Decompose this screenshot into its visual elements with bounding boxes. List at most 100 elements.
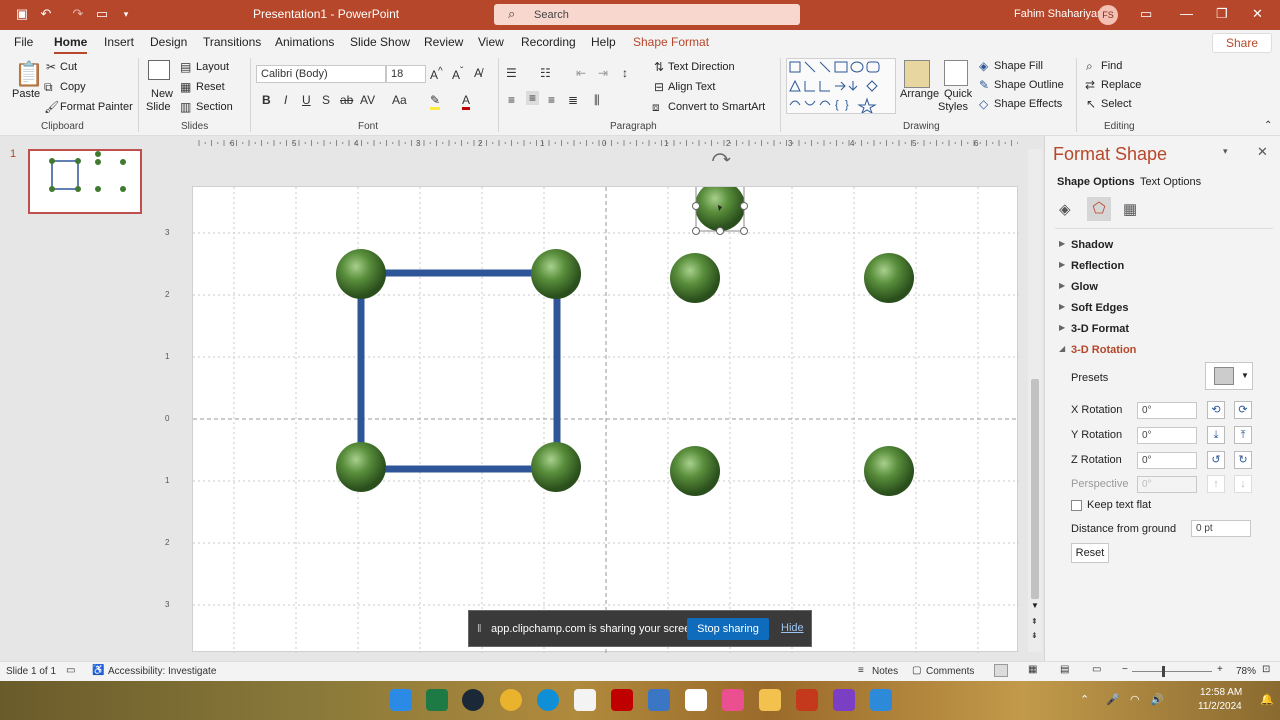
clipchamp-icon[interactable] xyxy=(833,689,855,711)
increase-font-icon[interactable]: A^ xyxy=(430,66,443,82)
find-icon[interactable]: ⌕ xyxy=(1086,59,1093,74)
select-icon[interactable]: ↖ xyxy=(1086,97,1096,111)
notes-icon[interactable]: ≡ xyxy=(858,665,864,676)
replace-button[interactable]: Replace xyxy=(1101,79,1141,91)
tab-file[interactable]: File xyxy=(14,35,33,49)
arrange-icon[interactable] xyxy=(904,60,930,88)
new-slide-icon[interactable] xyxy=(148,60,170,80)
redo-icon[interactable]: ↷ xyxy=(70,6,86,22)
tab-transitions[interactable]: Transitions xyxy=(203,35,261,49)
search-box[interactable]: ⌕ Search xyxy=(494,4,800,25)
edge-icon[interactable] xyxy=(537,689,559,711)
slideshow-view-icon[interactable]: ▭ xyxy=(1092,664,1101,675)
ribbon-display-icon[interactable]: ▭ xyxy=(1140,6,1152,22)
file-explorer-icon[interactable] xyxy=(759,689,781,711)
justify-icon[interactable]: ≣ xyxy=(568,93,578,107)
align-left-icon[interactable]: ≡ xyxy=(508,93,515,107)
replace-icon[interactable]: ⇄ xyxy=(1085,78,1095,92)
zoom-level[interactable]: 78% xyxy=(1236,666,1256,677)
rotate-cw-icon[interactable]: ↻ xyxy=(1234,451,1252,469)
hide-button[interactable]: Hide xyxy=(781,622,804,634)
zoom-slider[interactable] xyxy=(1132,671,1212,672)
convert-smartart-button[interactable]: Convert to SmartArt xyxy=(668,101,765,113)
y-rotation-input[interactable]: 0° xyxy=(1137,427,1197,444)
microphone-icon[interactable]: 🎤 xyxy=(1106,693,1120,706)
fit-slide-icon[interactable]: ⊡ xyxy=(1262,664,1270,675)
next-slide-icon[interactable]: ⇟ xyxy=(1031,631,1038,640)
volume-icon[interactable]: 🔊 xyxy=(1150,693,1164,706)
section-icon[interactable]: ▥ xyxy=(180,100,191,114)
tab-text-options[interactable]: Text Options xyxy=(1140,176,1201,188)
layout-icon[interactable]: ▤ xyxy=(180,60,191,74)
keep-text-flat-checkbox[interactable] xyxy=(1071,500,1082,511)
shape-fill-button[interactable]: Shape Fill xyxy=(994,60,1043,72)
zoom-slider-thumb[interactable] xyxy=(1162,666,1165,677)
slide-sorter-icon[interactable]: ▦ xyxy=(1028,664,1037,675)
tab-insert[interactable]: Insert xyxy=(104,35,134,49)
select-button[interactable]: Select xyxy=(1101,98,1132,110)
tab-design[interactable]: Design xyxy=(150,35,187,49)
new-slide-label-2[interactable]: Slide xyxy=(146,101,170,113)
section-3d-rotation[interactable]: 3-D Rotation xyxy=(1071,344,1136,356)
tab-recording[interactable]: Recording xyxy=(521,35,576,49)
copy-icon[interactable]: ⧉ xyxy=(44,80,53,95)
drag-handle-icon[interactable]: ‖ xyxy=(477,623,482,635)
fill-line-icon[interactable]: ◈ xyxy=(1059,200,1071,218)
clock-time[interactable]: 12:58 AM xyxy=(1200,687,1242,698)
close-icon[interactable]: ✕ xyxy=(1252,6,1263,22)
x-rotation-input[interactable]: 0° xyxy=(1137,402,1197,419)
rotate-left-icon[interactable]: ⟲ xyxy=(1207,401,1225,419)
tab-animations[interactable]: Animations xyxy=(275,35,334,49)
tab-home[interactable]: Home xyxy=(54,35,88,54)
format-painter-button[interactable]: Format Painter xyxy=(60,101,133,113)
vscode-icon[interactable] xyxy=(648,689,670,711)
pane-options-icon[interactable]: ▾ xyxy=(1223,146,1228,157)
align-text-icon[interactable]: ⊟ xyxy=(654,80,664,94)
undo-icon[interactable]: ↶ xyxy=(38,6,54,22)
section-shadow[interactable]: Shadow xyxy=(1071,239,1113,251)
notification-icon[interactable]: 🔔 xyxy=(1260,693,1274,706)
find-button[interactable]: Find xyxy=(1101,60,1122,72)
rotate-ccw-icon[interactable]: ↺ xyxy=(1207,451,1225,469)
font-name-combo[interactable]: Calibri (Body) xyxy=(256,65,386,83)
section-reflection[interactable]: Reflection xyxy=(1071,260,1124,272)
save-icon[interactable]: ▣ xyxy=(14,6,30,22)
office-icon[interactable] xyxy=(611,689,633,711)
scroll-down-icon[interactable]: ▼ xyxy=(1031,601,1039,610)
reading-view-icon[interactable]: ▤ xyxy=(1060,664,1069,675)
notepad-icon[interactable] xyxy=(685,689,707,711)
tab-review[interactable]: Review xyxy=(424,35,463,49)
text-direction-button[interactable]: Text Direction xyxy=(668,61,735,73)
z-rotation-input[interactable]: 0° xyxy=(1137,452,1197,469)
zoom-out-icon[interactable]: − xyxy=(1122,664,1128,675)
align-right-icon[interactable]: ≡ xyxy=(548,93,555,107)
smartart-icon[interactable]: ⧈ xyxy=(652,100,660,115)
notes-button[interactable]: Notes xyxy=(872,666,898,677)
character-spacing-icon[interactable]: AV xyxy=(360,93,375,107)
font-color-icon[interactable]: A xyxy=(462,93,471,110)
start-icon[interactable] xyxy=(390,689,412,711)
quick-styles-icon[interactable] xyxy=(944,60,968,86)
clock-date[interactable]: 11/2/2024 xyxy=(1198,701,1242,712)
decrease-indent-icon[interactable]: ⇤ xyxy=(576,66,586,80)
decrease-font-icon[interactable]: Aˇ xyxy=(452,66,463,82)
effects-icon[interactable]: ⬠ xyxy=(1087,197,1111,221)
section-button[interactable]: Section xyxy=(196,101,233,113)
normal-view-icon[interactable] xyxy=(994,664,1008,677)
rotate-handle-icon[interactable] xyxy=(705,149,735,165)
copy-button[interactable]: Copy xyxy=(60,81,86,93)
tab-shape-format[interactable]: Shape Format xyxy=(633,35,709,49)
accessibility-status[interactable]: Accessibility: Investigate xyxy=(108,666,216,677)
slide-canvas[interactable] xyxy=(192,177,1019,653)
minimize-icon[interactable]: — xyxy=(1180,6,1193,21)
comments-icon[interactable]: ▢ xyxy=(912,665,921,676)
bullets-icon[interactable]: ☰ xyxy=(506,66,517,80)
collapse-ribbon-icon[interactable]: ⌃ xyxy=(1264,120,1272,131)
shape-outline-button[interactable]: Shape Outline xyxy=(994,79,1064,91)
slide-thumbnail[interactable] xyxy=(28,149,142,214)
scroll-thumb[interactable] xyxy=(1031,379,1039,599)
clear-formatting-icon[interactable]: A̸ xyxy=(474,66,482,80)
presets-dropdown[interactable]: ▼ xyxy=(1205,362,1253,390)
text-direction-icon[interactable]: ⇅ xyxy=(654,60,664,74)
avatar[interactable]: FS xyxy=(1098,5,1118,25)
